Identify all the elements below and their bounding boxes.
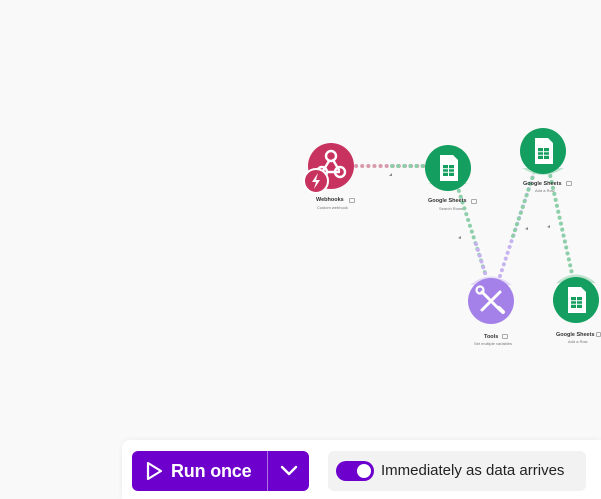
module-sheets-add2[interactable] <box>553 274 599 324</box>
run-options-dropdown[interactable] <box>268 451 309 491</box>
module-webhooks[interactable] <box>303 143 354 194</box>
toggle-knob <box>357 464 371 478</box>
module-subtitle-sheets-add1: Add a Row <box>535 188 555 193</box>
scenario-canvas[interactable] <box>0 0 601 499</box>
spreadsheet-icon <box>568 287 586 313</box>
module-title-tools: Tools <box>484 334 499 340</box>
module-title-webhooks: Webhooks <box>316 197 344 203</box>
run-once-button[interactable]: Run once <box>132 451 267 491</box>
module-subtitle-sheets-add2: Add a Row <box>568 339 588 344</box>
module-subtitle-tools: Set multiple variables <box>474 341 513 346</box>
schedule-label: Immediately as data arrives <box>381 462 565 479</box>
spreadsheet-icon <box>440 155 458 181</box>
schedule-toggle[interactable] <box>336 461 374 481</box>
connection-webhooks-sheets-search[interactable] <box>348 164 432 176</box>
module-title-sheets-search: Google Sheets <box>428 198 467 204</box>
info-icon[interactable] <box>349 198 355 203</box>
schedule-setting: Immediately as data arrives <box>328 451 586 491</box>
info-icon[interactable] <box>566 181 572 186</box>
info-icon[interactable] <box>471 199 477 204</box>
module-title-sheets-add1: Google Sheets <box>523 181 562 187</box>
chevron-down-icon <box>280 465 297 476</box>
module-sheets-add1[interactable] <box>520 128 566 175</box>
module-subtitle-sheets-search: Search Rows <box>439 206 463 211</box>
spreadsheet-icon <box>535 138 553 164</box>
info-icon[interactable] <box>502 334 508 339</box>
module-title-sheets-add2: Google Sheets <box>556 332 595 338</box>
module-tools[interactable] <box>468 276 514 325</box>
module-subtitle-webhooks: Custom webhook <box>317 205 348 210</box>
instant-trigger-icon <box>303 168 329 194</box>
run-once-group: Run once <box>132 451 309 491</box>
module-sheets-search[interactable] <box>425 145 471 191</box>
run-once-label: Run once <box>171 460 252 481</box>
info-icon[interactable] <box>596 332 601 337</box>
play-icon <box>146 461 163 481</box>
